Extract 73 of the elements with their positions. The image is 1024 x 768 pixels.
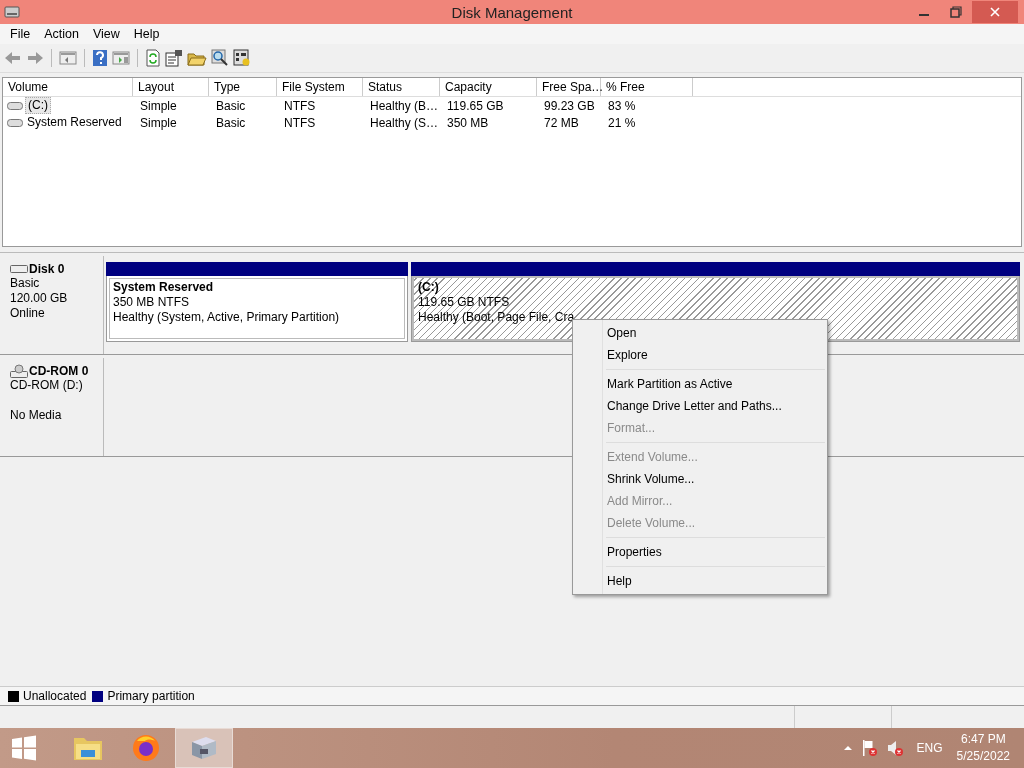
partition-name: (C:) xyxy=(418,280,439,295)
disk-drive-icon xyxy=(10,264,28,274)
partition-status: Healthy (System, Active, Primary Partition) xyxy=(113,310,340,325)
column-header[interactable]: File System xyxy=(277,78,363,96)
forward-icon[interactable] xyxy=(26,50,44,66)
table-cell-text: Basic xyxy=(215,98,247,113)
flag-error-icon[interactable] xyxy=(860,739,879,757)
column-header[interactable]: Status xyxy=(363,78,440,96)
disk-info: CD-ROM (D:) xyxy=(10,378,84,393)
table-cell-text: NTFS xyxy=(283,98,317,113)
drive-icon xyxy=(7,100,23,111)
table-cell-text: 350 MB xyxy=(446,115,490,130)
context-menu-item[interactable]: Help xyxy=(573,570,827,592)
menu-item[interactable]: Action xyxy=(38,27,87,41)
context-menu-item[interactable]: Open xyxy=(573,322,827,344)
disk-name: Disk 0 xyxy=(29,262,65,276)
panel-icon[interactable] xyxy=(59,50,77,66)
column-header[interactable]: Capacity xyxy=(440,78,537,96)
context-menu-item[interactable]: Mark Partition as Active xyxy=(573,373,827,395)
settings-icon[interactable] xyxy=(233,49,251,67)
context-menu-item[interactable]: Explore xyxy=(573,344,827,366)
partition-name: System Reserved xyxy=(113,280,214,295)
column-header[interactable]: Type xyxy=(209,78,277,96)
windows-logo-icon[interactable] xyxy=(11,735,37,761)
disk-name: CD-ROM 0 xyxy=(29,364,89,378)
menu-item[interactable]: Help xyxy=(127,27,168,41)
speaker-error-icon[interactable] xyxy=(886,739,905,757)
help-icon[interactable] xyxy=(92,49,108,67)
table-cell-text: Simple xyxy=(139,115,178,130)
table-cell-text: NTFS xyxy=(283,115,317,130)
column-header[interactable]: Volume xyxy=(3,78,133,96)
close-icon xyxy=(989,6,1001,18)
table-cell-text: Healthy (S… xyxy=(369,115,440,130)
table-cell-text: 72 MB xyxy=(543,115,580,130)
legend-label: Unallocated xyxy=(23,689,87,703)
partition-size: 119.65 GB NTFS xyxy=(418,295,510,310)
drive-label[interactable]: (C:) xyxy=(25,97,51,114)
table-cell-text: Simple xyxy=(139,98,178,113)
properties-icon[interactable] xyxy=(165,49,183,67)
disk-info: 120.00 GB xyxy=(10,291,69,306)
table-cell-text: 99.23 GB xyxy=(543,98,596,113)
disk-drive-icon xyxy=(4,4,20,20)
window-title: Disk Management xyxy=(451,3,573,21)
column-header[interactable]: Free Spa… xyxy=(537,78,601,96)
context-menu-item[interactable]: Properties xyxy=(573,541,827,563)
chevron-up-icon[interactable] xyxy=(842,744,853,752)
table-cell-text: 21 % xyxy=(607,115,637,130)
table-cell-text: Healthy (B… xyxy=(369,98,440,113)
table-cell-text: Basic xyxy=(215,115,247,130)
drive-label[interactable]: System Reserved xyxy=(25,115,124,130)
browser-icon xyxy=(131,733,161,763)
table-cell-text: 83 % xyxy=(607,98,637,113)
context-menu-item[interactable]: Change Drive Letter and Paths... xyxy=(573,395,827,417)
refresh-icon[interactable] xyxy=(145,49,161,67)
menu-item[interactable]: View xyxy=(86,27,128,41)
disk-info: Basic xyxy=(10,276,41,291)
cd-drive-icon xyxy=(10,364,28,378)
magnifier-icon[interactable] xyxy=(211,49,229,67)
column-header[interactable]: Layout xyxy=(133,78,209,96)
menu-item[interactable]: File xyxy=(4,27,39,41)
panel-icon[interactable] xyxy=(112,50,130,66)
back-icon[interactable] xyxy=(4,50,22,66)
close-button[interactable] xyxy=(972,1,1018,23)
disk-info: No Media xyxy=(10,408,63,423)
drive-icon xyxy=(7,117,23,128)
partition-box[interactable]: System Reserved 350 MB NTFS Healthy (System, Active, Primary Partition) xyxy=(106,276,408,342)
column-header[interactable]: % Free xyxy=(601,78,693,96)
folder-icon[interactable] xyxy=(187,50,207,66)
table-cell-text: 119.65 GB xyxy=(446,98,505,113)
taskbar-app[interactable] xyxy=(175,728,233,768)
context-menu-item[interactable]: Shrink Volume... xyxy=(573,468,827,490)
legend-label: Primary partition xyxy=(107,689,195,703)
disk-info: Online xyxy=(10,306,46,321)
